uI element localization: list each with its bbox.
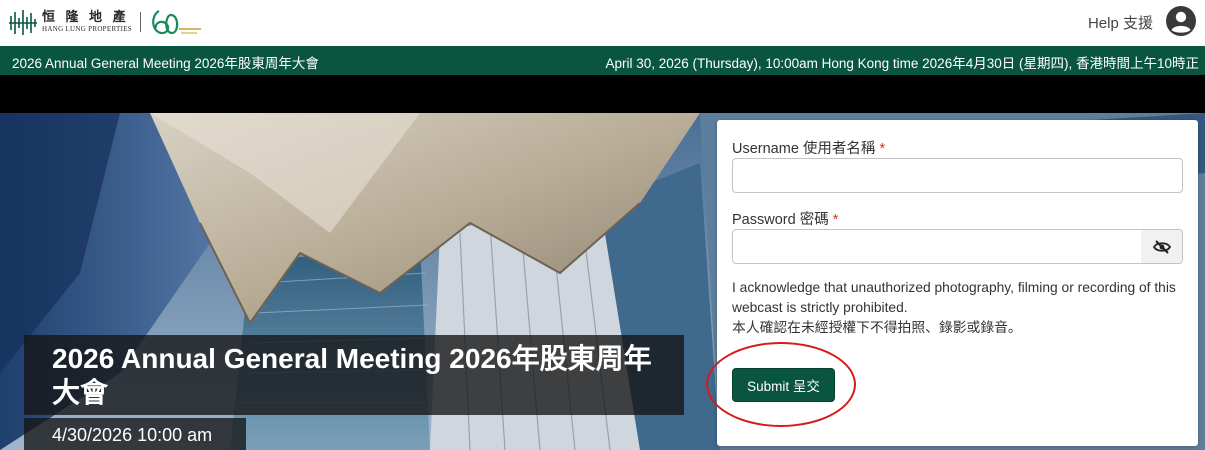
- eye-off-icon: [1152, 239, 1171, 254]
- password-input[interactable]: [732, 229, 1142, 264]
- username-input[interactable]: [732, 158, 1183, 193]
- event-banner: 2026 Annual General Meeting 2026年股東周年大會 …: [0, 46, 1205, 75]
- top-bar: 恒 隆 地 產 HANG LUNG PROPERTIES Help 支援: [0, 0, 1205, 46]
- logo-divider: [139, 12, 141, 32]
- password-label-text: Password 密碼: [732, 212, 829, 228]
- acknowledgement-chinese: 本人確認在未經授權下不得拍照、錄影或錄音。: [732, 320, 1022, 335]
- hero-date: 4/30/2026 10:00 am: [52, 425, 213, 445]
- password-label: Password 密碼 *: [732, 208, 838, 229]
- hero-title: 2026 Annual General Meeting 2026年股東周年大會: [52, 343, 652, 408]
- acknowledgement-text: I acknowledge that unauthorized photogra…: [732, 278, 1192, 338]
- login-form-card: Username 使用者名稱 * Password 密碼 * I acknowl…: [717, 120, 1198, 446]
- logo-chinese-name: 恒 隆 地 產: [42, 10, 129, 25]
- acknowledgement-english: I acknowledge that unauthorized photogra…: [732, 280, 1176, 315]
- logo-english-name: HANG LUNG PROPERTIES: [42, 25, 132, 33]
- password-visibility-toggle[interactable]: [1141, 229, 1183, 264]
- help-link[interactable]: Help 支援: [1088, 12, 1153, 33]
- username-label: Username 使用者名稱 *: [732, 137, 885, 158]
- 60th-anniversary-logo: [152, 10, 201, 35]
- banner-event-name: 2026 Annual General Meeting 2026年股東周年大會: [12, 56, 319, 71]
- username-label-text: Username 使用者名稱: [732, 141, 876, 157]
- banner-event-datetime: April 30, 2026 (Thursday), 10:00am Hong …: [605, 56, 1200, 71]
- logo-wordmark: 恒 隆 地 產 HANG LUNG PROPERTIES: [42, 11, 132, 33]
- required-marker: *: [879, 141, 886, 157]
- submit-button[interactable]: Submit 呈交: [732, 368, 835, 402]
- hang-lung-logo-mark: [9, 10, 37, 35]
- black-strip: [0, 75, 1205, 113]
- account-circle-icon[interactable]: [1165, 5, 1197, 37]
- hang-lung-logo[interactable]: 恒 隆 地 產 HANG LUNG PROPERTIES: [8, 6, 203, 38]
- required-marker: *: [832, 212, 839, 228]
